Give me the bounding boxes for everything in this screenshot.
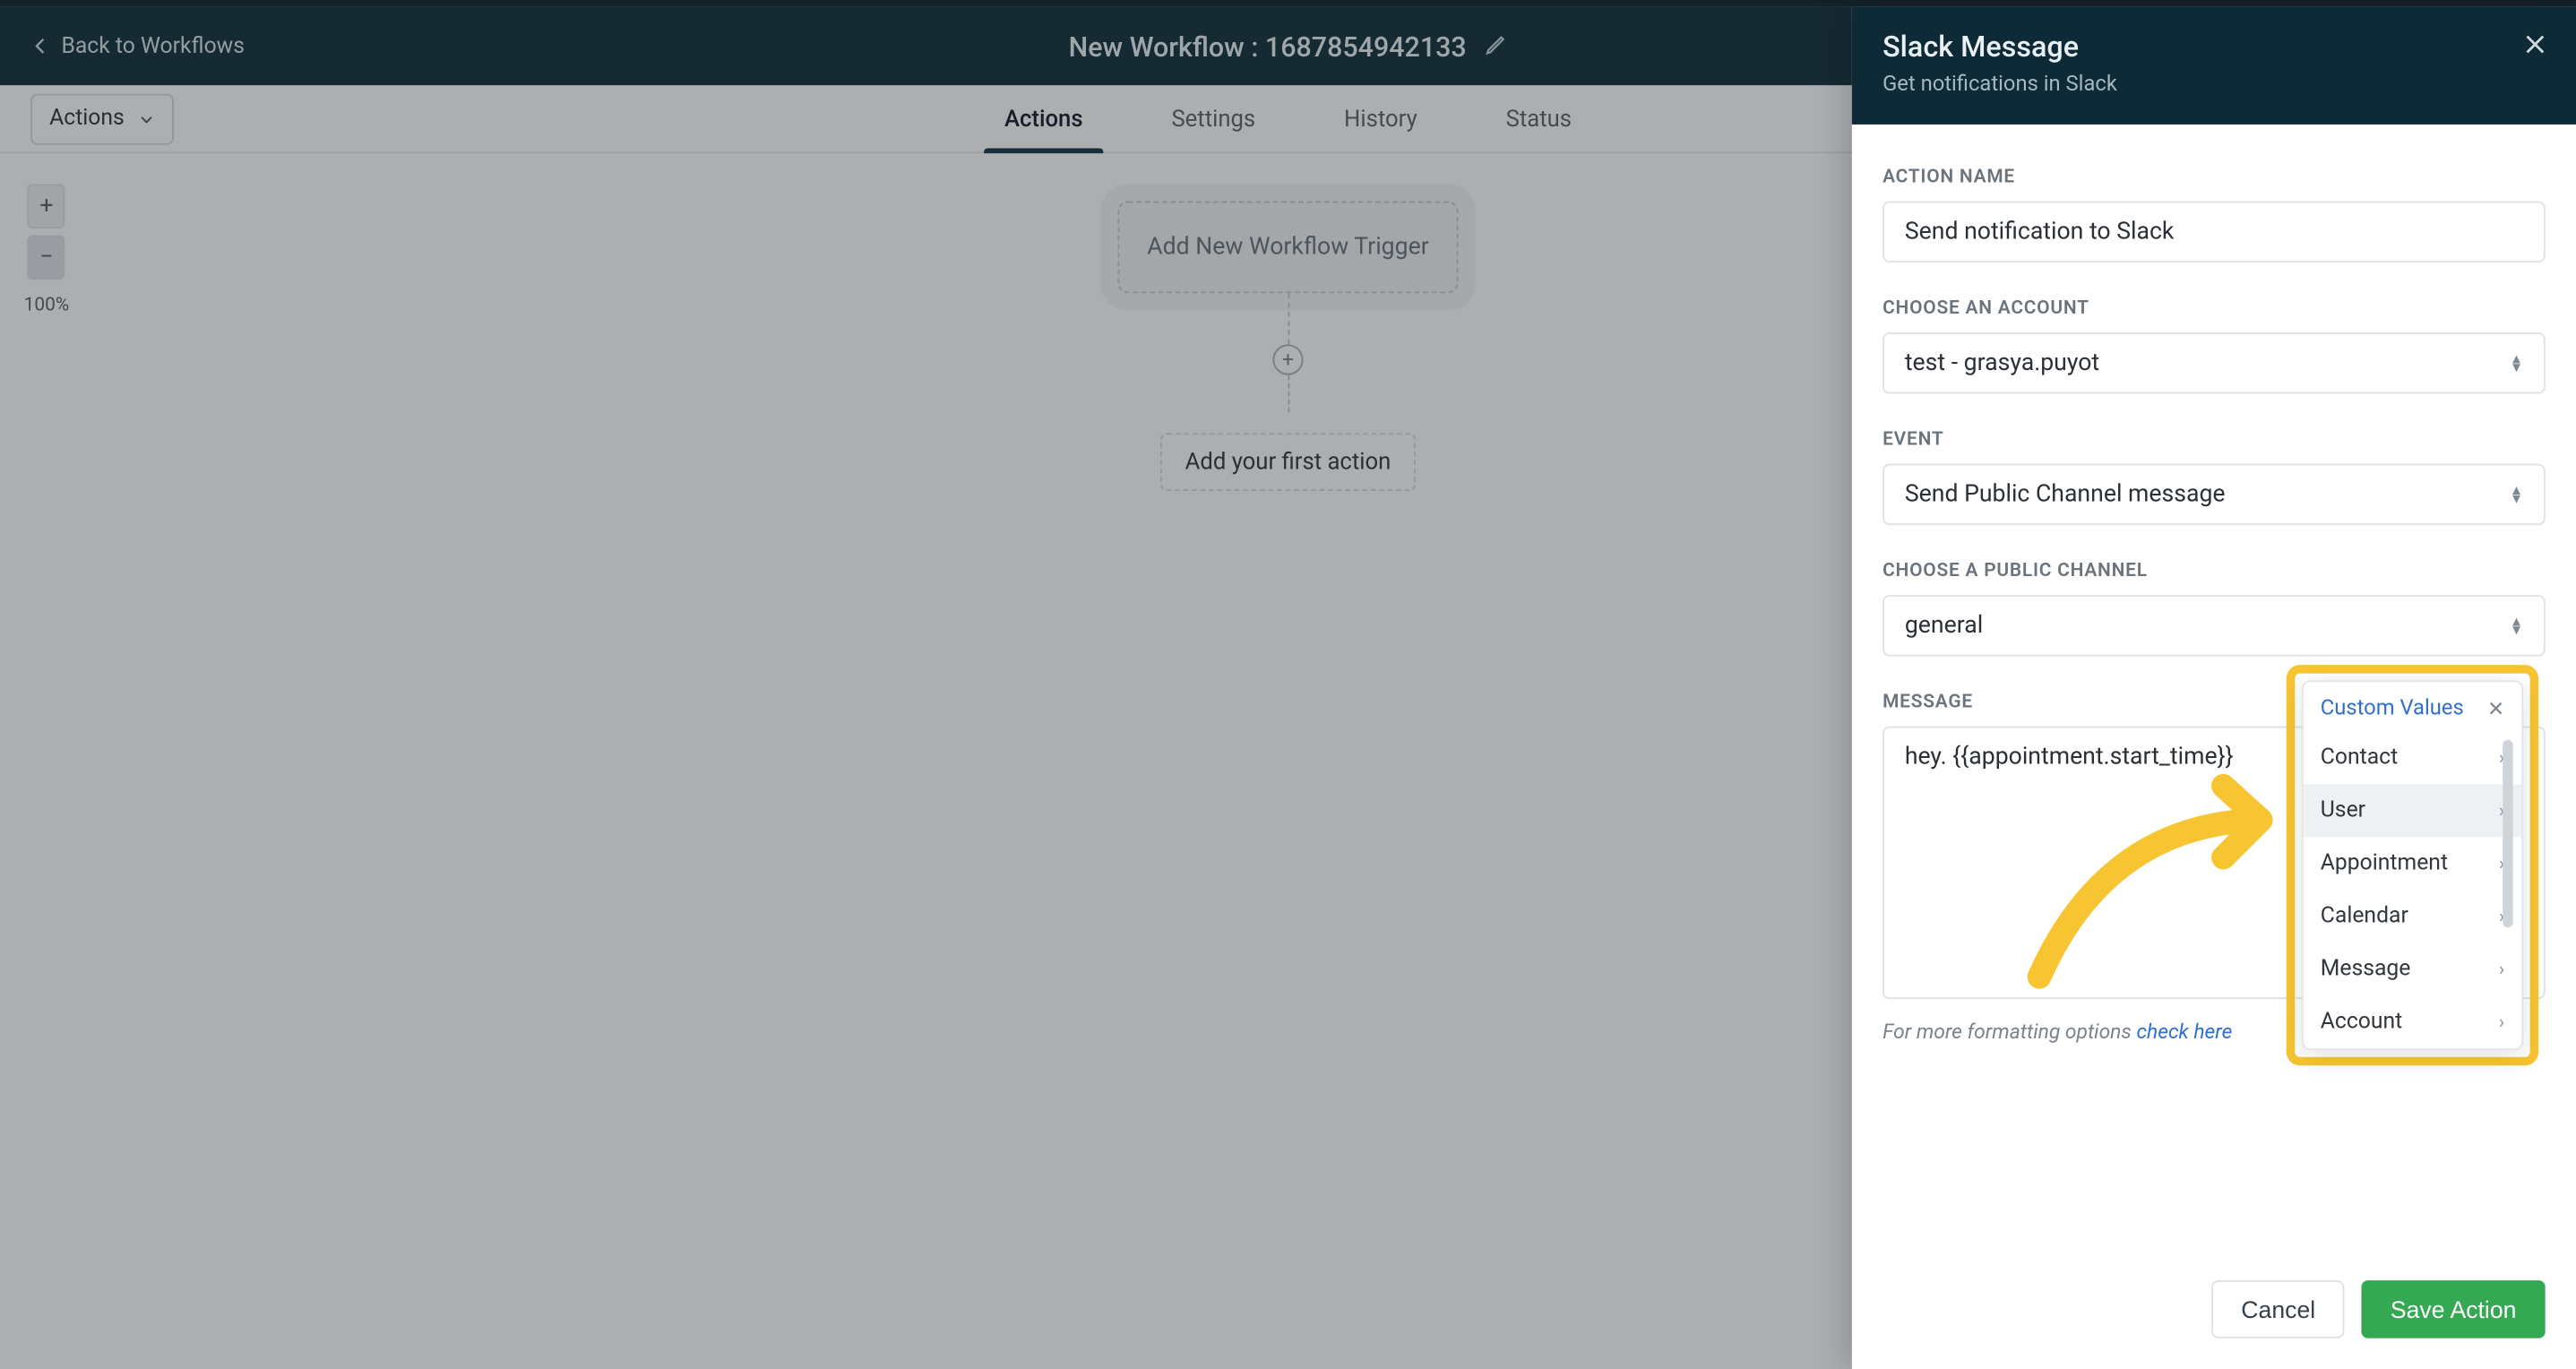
panel-subtitle: Get notifications in Slack xyxy=(1882,72,2546,98)
action-config-panel: Slack Message Get notifications in Slack… xyxy=(1852,7,2576,1369)
select-arrows-icon: ▲▼ xyxy=(2510,486,2523,503)
cancel-button[interactable]: Cancel xyxy=(2212,1280,2345,1339)
popover-item-label: User xyxy=(2321,798,2365,824)
event-label: EVENT xyxy=(1882,428,2546,451)
save-action-button[interactable]: Save Action xyxy=(2362,1280,2546,1339)
popover-item-user[interactable]: User› xyxy=(2304,784,2521,837)
chevron-right-icon: › xyxy=(2499,958,2504,980)
channel-label: CHOOSE A PUBLIC CHANNEL xyxy=(1882,559,2546,581)
popover-item-appointment[interactable]: Appointment› xyxy=(2304,837,2521,890)
popover-item-message[interactable]: Message › xyxy=(2304,943,2521,995)
popover-item-label: Message xyxy=(2321,957,2411,983)
action-name-label: ACTION NAME xyxy=(1882,166,2546,188)
select-arrows-icon: ▲▼ xyxy=(2510,617,2523,634)
select-arrows-icon: ▲▼ xyxy=(2510,355,2523,372)
popover-item-contact[interactable]: Contact› xyxy=(2304,731,2521,784)
panel-close-button[interactable] xyxy=(2521,30,2548,65)
popover-item-label: Appointment xyxy=(2321,851,2448,877)
panel-body: ACTION NAME CHOOSE AN ACCOUNT test - gra… xyxy=(1852,125,2576,1257)
close-icon xyxy=(2521,30,2548,57)
popover-close-button[interactable]: ✕ xyxy=(2487,696,2504,720)
panel-footer: Cancel Save Action xyxy=(1852,1256,2576,1369)
event-value: Send Public Channel message xyxy=(1905,481,2226,508)
scrollbar-thumb[interactable] xyxy=(2503,740,2512,927)
panel-title: Slack Message xyxy=(1882,30,2546,65)
custom-values-highlight: Custom Values ✕ Contact›User›Appointment… xyxy=(2287,665,2538,1065)
popover-item-label: Calendar xyxy=(2321,904,2408,930)
panel-header: Slack Message Get notifications in Slack xyxy=(1852,7,2576,125)
custom-values-popover: Custom Values ✕ Contact›User›Appointment… xyxy=(2302,680,2523,1050)
account-select[interactable]: test - grasya.puyot ▲▼ xyxy=(1882,332,2546,394)
action-name-input[interactable] xyxy=(1882,202,2546,263)
formatting-link[interactable]: check here xyxy=(2136,1020,2232,1044)
account-value: test - grasya.puyot xyxy=(1905,349,2099,376)
popover-item-label: Account xyxy=(2321,1009,2402,1035)
event-select[interactable]: Send Public Channel message ▲▼ xyxy=(1882,464,2546,526)
popover-item-calendar[interactable]: Calendar› xyxy=(2304,890,2521,943)
popover-title: Custom Values xyxy=(2321,695,2464,721)
account-label: CHOOSE AN ACCOUNT xyxy=(1882,297,2546,319)
channel-value: general xyxy=(1905,612,1983,639)
popover-list[interactable]: Contact›User›Appointment›Calendar›Messag… xyxy=(2304,731,2521,1048)
popover-item-account[interactable]: Account › xyxy=(2304,995,2521,1048)
channel-select[interactable]: general ▲▼ xyxy=(1882,595,2546,657)
popover-item-label: Contact xyxy=(2321,745,2398,771)
hint-text: For more formatting options xyxy=(1882,1020,2136,1044)
chevron-right-icon: › xyxy=(2499,1011,2504,1033)
